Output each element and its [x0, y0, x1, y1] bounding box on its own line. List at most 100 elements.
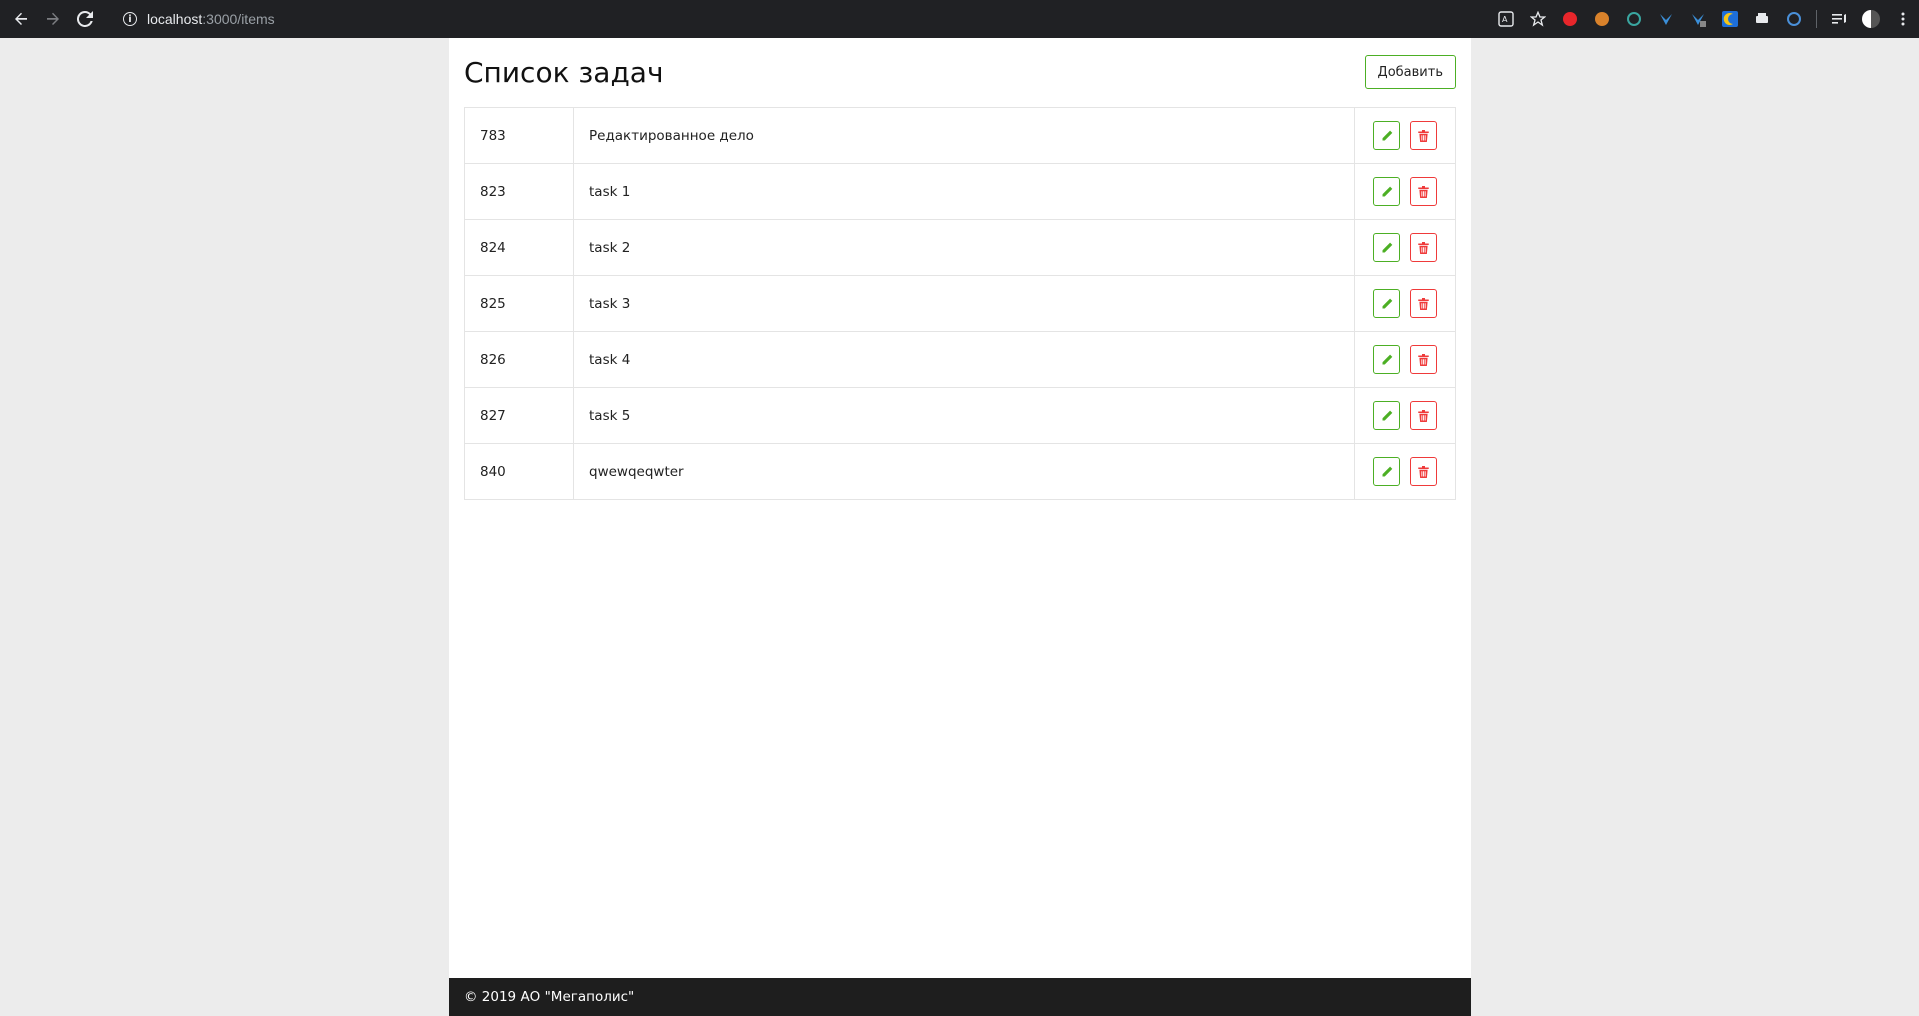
table-row: 827 task 5 [464, 387, 1456, 444]
task-id: 824 [480, 239, 506, 256]
task-title: qwewqeqwter [589, 463, 684, 480]
task-table: 783 Редактированное дело 823 task 1 824 … [464, 107, 1456, 500]
delete-task-button[interactable] [1410, 345, 1437, 374]
task-title: task 1 [589, 183, 631, 200]
task-actions-cell [1354, 331, 1456, 388]
wordpress-extension-icon[interactable] [1778, 0, 1810, 38]
task-title-cell: task 1 [573, 163, 1355, 220]
task-actions-cell [1354, 387, 1456, 444]
pencil-icon [1382, 298, 1392, 308]
task-title: task 2 [589, 239, 631, 256]
table-row: 840 qwewqeqwter [464, 443, 1456, 500]
back-icon[interactable] [5, 0, 37, 38]
edit-task-button[interactable] [1373, 401, 1400, 430]
task-actions-cell [1354, 219, 1456, 276]
bird-dark-extension-icon[interactable] [1682, 0, 1714, 38]
extensions-tray: A [1490, 0, 1919, 38]
task-title-cell: task 2 [573, 219, 1355, 276]
pencil-icon [1382, 354, 1392, 364]
edit-task-button[interactable] [1373, 457, 1400, 486]
toolbar-separator [1816, 10, 1817, 28]
trash-icon [1418, 185, 1429, 198]
address-bar[interactable]: i localhost:3000/items [123, 0, 275, 38]
add-task-button[interactable]: Добавить [1364, 55, 1456, 89]
trash-icon [1418, 129, 1429, 142]
page-container: Список задач Добавить 783 Редактированно… [449, 38, 1471, 1016]
task-actions-cell [1354, 275, 1456, 332]
task-title: Редактированное дело [589, 127, 754, 144]
task-title-cell: qwewqeqwter [573, 443, 1355, 500]
delete-task-button[interactable] [1410, 121, 1437, 150]
delete-task-button[interactable] [1410, 457, 1437, 486]
edit-task-button[interactable] [1373, 121, 1400, 150]
pencil-icon [1382, 410, 1392, 420]
task-title-cell: task 3 [573, 275, 1355, 332]
forward-icon[interactable] [37, 0, 69, 38]
task-id-cell: 825 [464, 275, 574, 332]
delete-task-button[interactable] [1410, 233, 1437, 262]
trash-icon [1418, 297, 1429, 310]
delete-task-button[interactable] [1410, 289, 1437, 318]
pencil-icon [1382, 242, 1392, 252]
table-row: 826 task 4 [464, 331, 1456, 388]
task-id-cell: 823 [464, 163, 574, 220]
pencil-icon [1382, 466, 1392, 476]
task-title-cell: Редактированное дело [573, 107, 1355, 164]
pencil-icon [1382, 130, 1392, 140]
site-info-icon[interactable]: i [123, 12, 137, 26]
reload-icon[interactable] [69, 0, 101, 38]
task-id: 825 [480, 295, 506, 312]
footer-text: © 2019 АО "Мегаполис" [464, 989, 635, 1005]
trash-icon [1418, 409, 1429, 422]
task-title: task 4 [589, 351, 631, 368]
task-title: task 3 [589, 295, 631, 312]
bookmark-star-icon[interactable] [1522, 0, 1554, 38]
url-host: localhost [147, 11, 203, 27]
table-row: 823 task 1 [464, 163, 1456, 220]
task-id-cell: 840 [464, 443, 574, 500]
task-id: 826 [480, 351, 506, 368]
task-title-cell: task 4 [573, 331, 1355, 388]
menu-kebab-icon[interactable] [1887, 0, 1919, 38]
owl-extension-icon[interactable] [1586, 0, 1618, 38]
page-header: Список задач Добавить [464, 52, 1456, 96]
task-id-cell: 783 [464, 107, 574, 164]
footer: © 2019 АО "Мегаполис" [449, 978, 1471, 1016]
profile-avatar-icon[interactable] [1855, 0, 1887, 38]
edit-task-button[interactable] [1373, 233, 1400, 262]
task-id-cell: 824 [464, 219, 574, 276]
task-id: 827 [480, 407, 506, 424]
edit-task-button[interactable] [1373, 177, 1400, 206]
delete-task-button[interactable] [1410, 401, 1437, 430]
adblock-extension-icon[interactable] [1554, 0, 1586, 38]
circle-extension-icon[interactable] [1618, 0, 1650, 38]
task-id-cell: 827 [464, 387, 574, 444]
task-actions-cell [1354, 107, 1456, 164]
task-actions-cell [1354, 443, 1456, 500]
url-path: :3000/items [202, 11, 275, 27]
moon-extension-icon[interactable] [1714, 0, 1746, 38]
translate-icon[interactable]: A [1490, 0, 1522, 38]
trash-icon [1418, 241, 1429, 254]
page-title: Список задач [464, 56, 664, 89]
printer-extension-icon[interactable] [1746, 0, 1778, 38]
task-id: 840 [480, 463, 506, 480]
delete-task-button[interactable] [1410, 177, 1437, 206]
table-row: 825 task 3 [464, 275, 1456, 332]
svg-text:A: A [1502, 15, 1508, 24]
task-title-cell: task 5 [573, 387, 1355, 444]
table-row: 783 Редактированное дело [464, 107, 1456, 164]
browser-toolbar: i localhost:3000/items A [0, 0, 1919, 38]
task-id: 783 [480, 127, 506, 144]
edit-task-button[interactable] [1373, 345, 1400, 374]
edit-task-button[interactable] [1373, 289, 1400, 318]
task-title: task 5 [589, 407, 631, 424]
bird-extension-icon[interactable] [1650, 0, 1682, 38]
trash-icon [1418, 353, 1429, 366]
table-row: 824 task 2 [464, 219, 1456, 276]
task-actions-cell [1354, 163, 1456, 220]
reading-list-icon[interactable] [1823, 0, 1855, 38]
trash-icon [1418, 465, 1429, 478]
task-id-cell: 826 [464, 331, 574, 388]
task-id: 823 [480, 183, 506, 200]
